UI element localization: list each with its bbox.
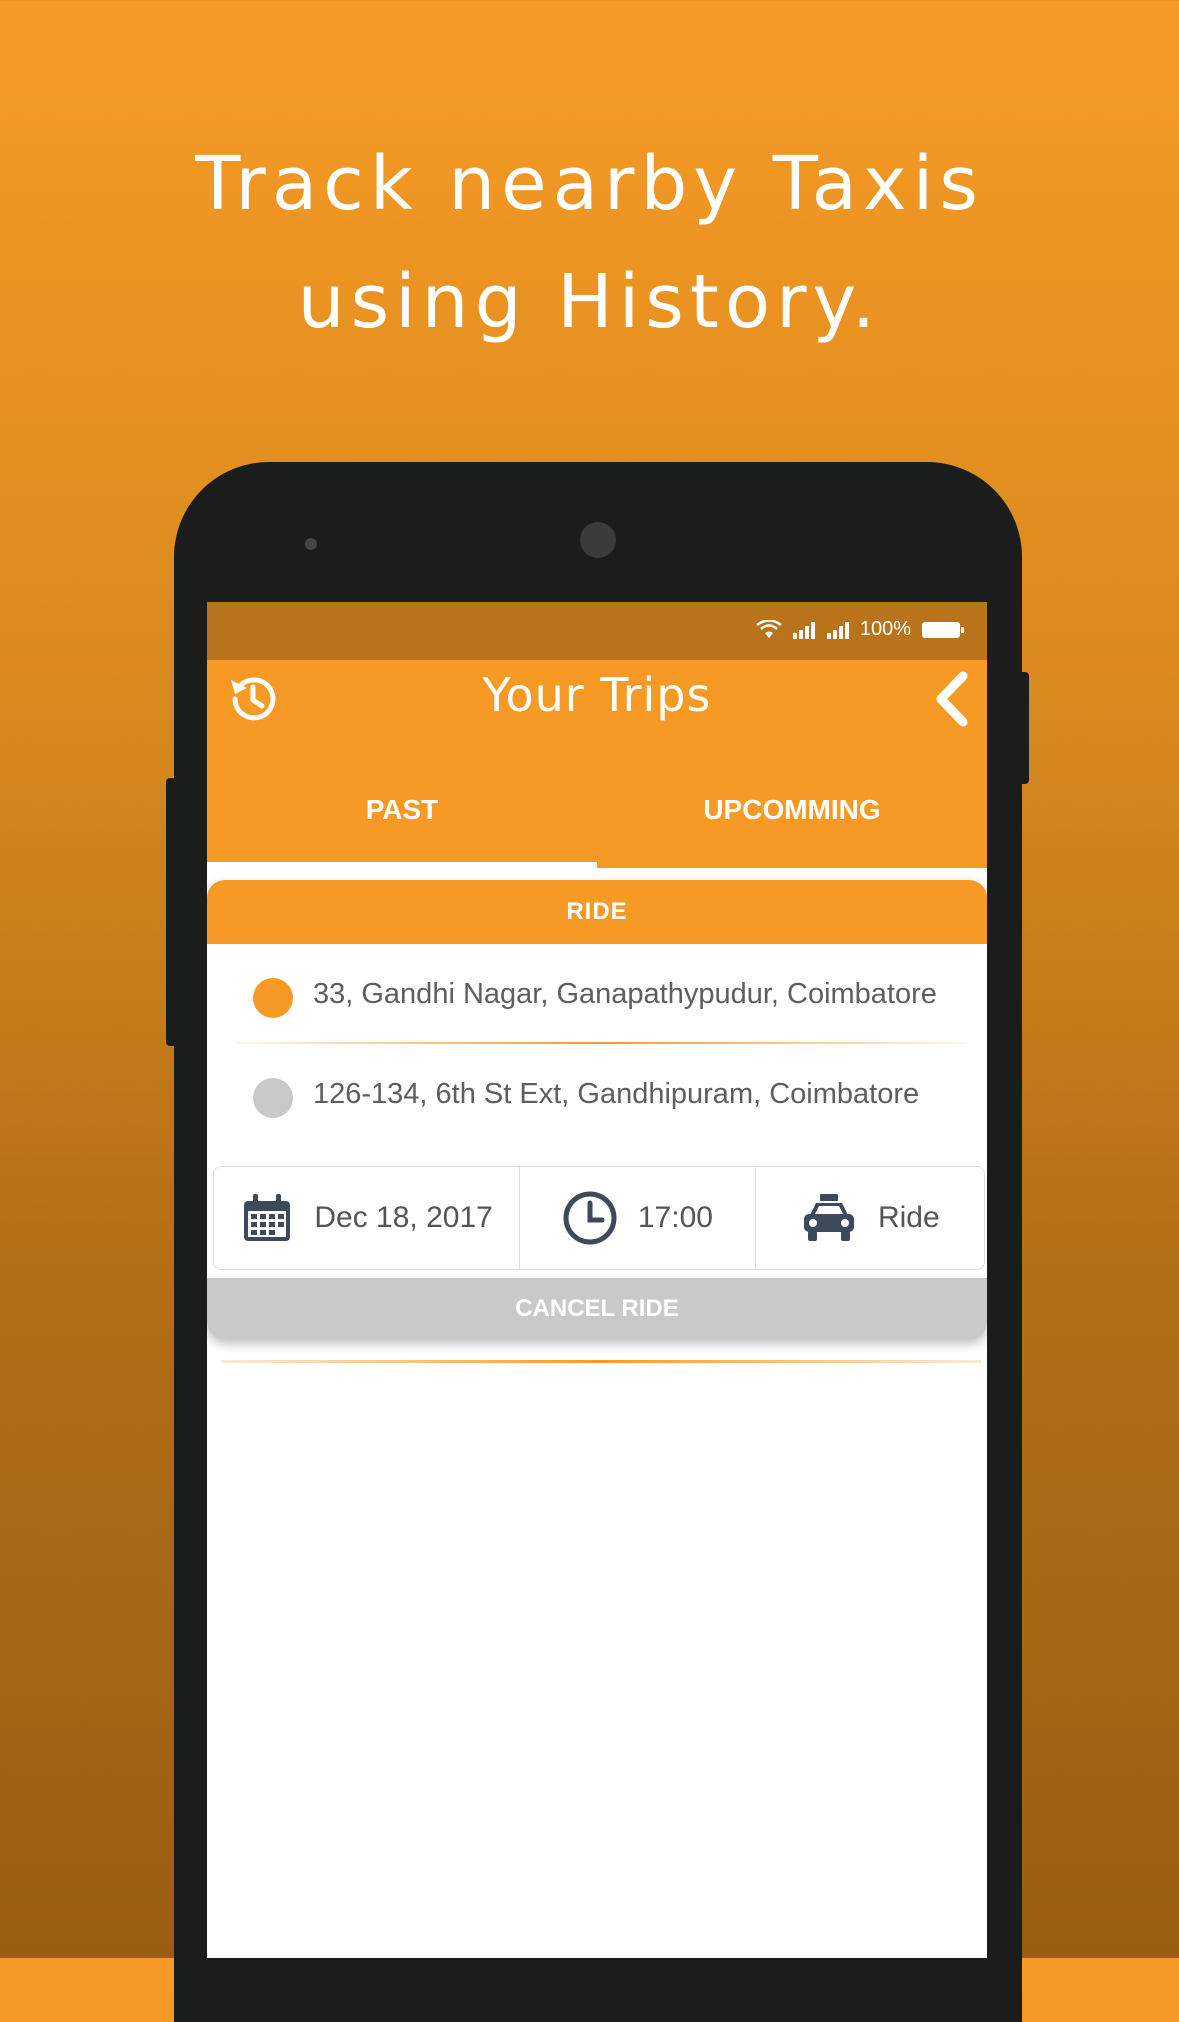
tab-upcoming[interactable]: UPCOMMING [597,780,987,868]
wifi-icon [756,619,782,638]
phone-screen: 100% Your Trips PAST UPCOMMING RIDE 33, … [207,602,987,1958]
tab-past[interactable]: PAST [207,780,597,868]
drop-address: 126-134, 6th St Ext, Gandhipuram, Coimba… [313,1078,920,1110]
pickup-address: 33, Gandhi Nagar, Ganapathypudur, Coimba… [313,978,937,1010]
headline-line-2: using History. [297,259,882,345]
card-separator [221,1360,981,1363]
app-bar: Your Trips PAST UPCOMMING [207,660,987,868]
page-title: Your Trips [482,668,712,722]
status-bar: 100% [207,602,987,660]
ride-time: 17:00 [637,1201,713,1234]
ride-time-cell: 17:00 [520,1167,756,1269]
phone-camera [580,522,616,558]
ride-date: Dec 18, 2017 [314,1201,493,1234]
drop-dot-icon [253,1078,293,1118]
trip-tabs: PAST UPCOMMING [207,780,987,868]
pickup-row: 33, Gandhi Nagar, Ganapathypudur, Coimba… [207,944,987,1044]
drop-row: 126-134, 6th St Ext, Gandhipuram, Coimba… [207,1044,987,1144]
ride-type: Ride [877,1201,940,1234]
signal-icon [826,621,849,639]
battery-percent: 100% [859,618,911,640]
cancel-ride-button[interactable]: CANCEL RIDE [207,1278,987,1340]
ride-date-cell: Dec 18, 2017 [214,1167,521,1269]
battery-icon [922,621,964,638]
clock-icon [563,1191,617,1245]
signal-icon [792,621,815,639]
ride-card[interactable]: RIDE 33, Gandhi Nagar, Ganapathypudur, C… [207,880,987,1340]
status-indicators: 100% [756,618,965,641]
ride-type-cell: Ride [756,1167,984,1269]
ride-card-header: RIDE [207,880,987,944]
calendar-icon [244,1194,291,1241]
promo-headline: Track nearby Taxis using History. [0,125,1179,361]
pickup-dot-icon [253,978,293,1018]
back-chevron-icon[interactable] [931,670,973,728]
ride-meta-row: Dec 18, 2017 17:00 Ride [213,1166,985,1270]
phone-sensor [305,538,317,550]
headline-line-1: Track nearby Taxis [195,141,984,227]
taxi-icon [803,1194,854,1241]
